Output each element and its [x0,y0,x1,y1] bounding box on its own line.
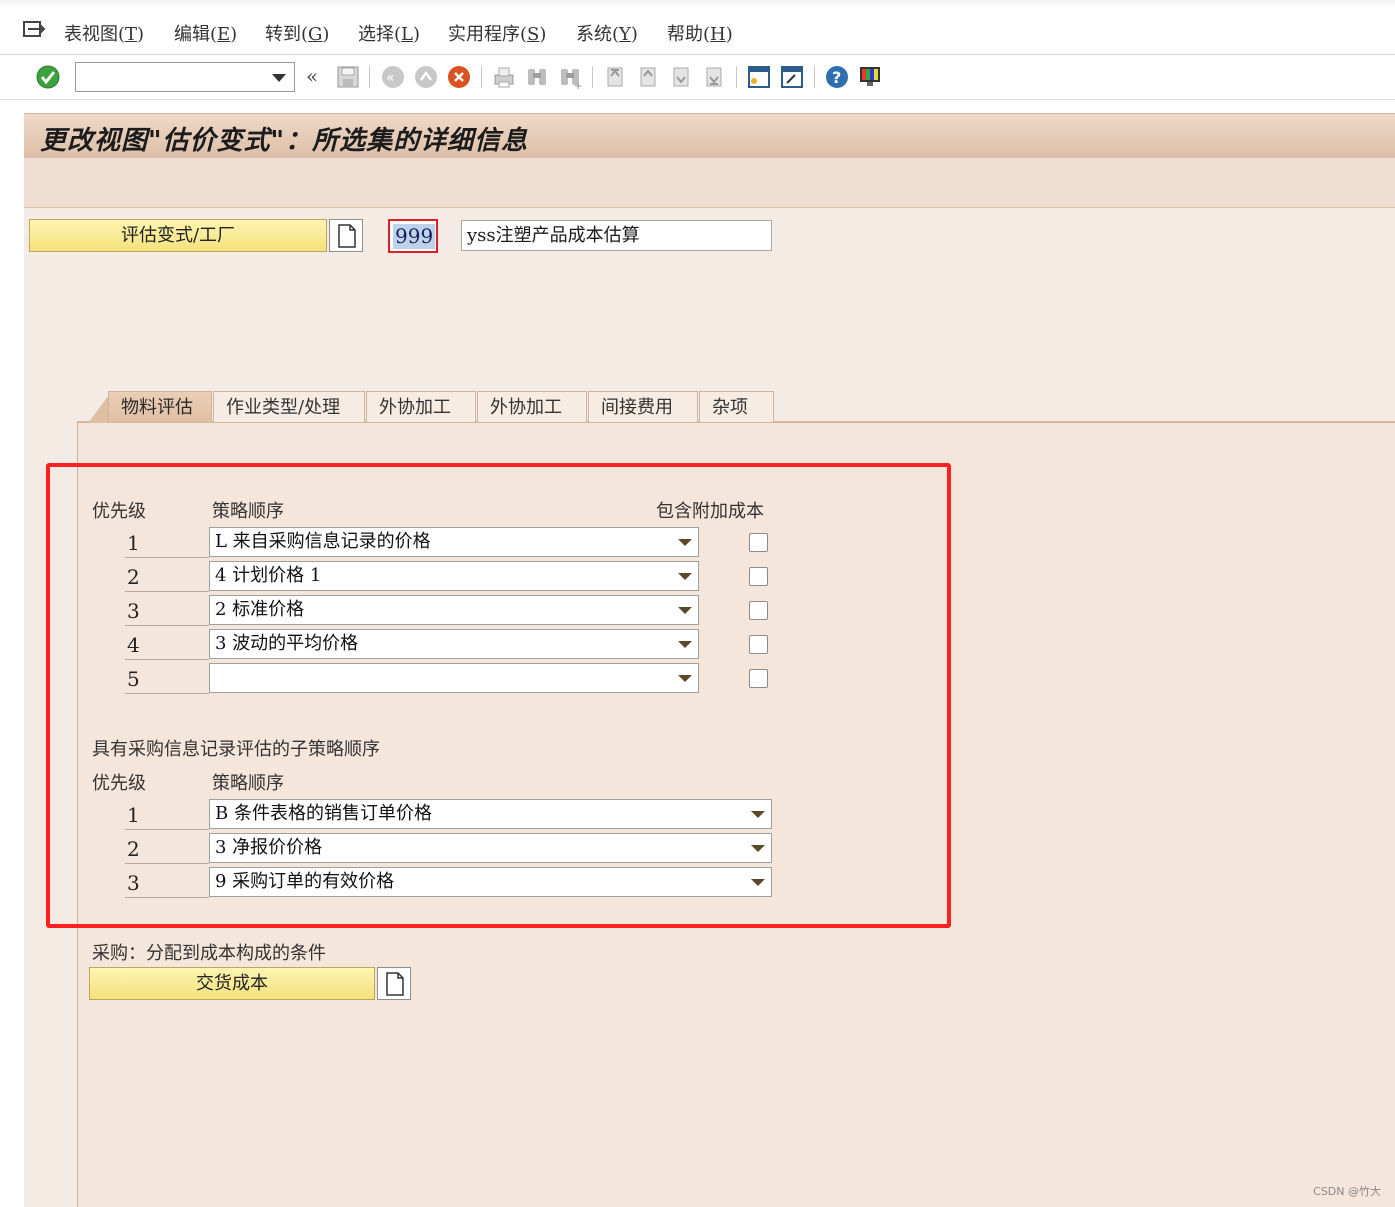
delivery-cost-button[interactable]: 交货成本 [89,967,375,1000]
highlight-box [46,463,951,928]
chevron-down-icon[interactable] [272,74,286,82]
create-session-icon[interactable] [746,64,772,90]
valuation-variant-key-field[interactable]: 999 [388,219,438,253]
watermark: CSDN @竹大 [1313,1185,1381,1198]
variant-plant-button[interactable]: 评估变式/工厂 [29,219,327,252]
tab-subcontracting-2[interactable]: 外协加工 [477,391,587,422]
menu-suffix: ) [725,24,733,45]
find-next-icon[interactable]: + [557,64,583,90]
page-title: 更改视图"估价变式"：所选集的详细信息 [40,126,529,156]
document-icon [386,972,404,996]
toolbar-separator [481,66,482,88]
tab-subcontracting-1[interactable]: 外协加工 [366,391,476,422]
svg-text:+: + [574,81,582,90]
menu-suffix: ) [230,24,238,45]
tab-misc[interactable]: 杂项 [699,391,774,422]
menu-label: 编辑( [174,24,218,45]
find-icon[interactable] [524,64,550,90]
shortcut-icon[interactable] [779,64,805,90]
collapse-command-icon[interactable]: « [306,64,318,88]
application-toolbar [24,158,1395,208]
menu-goto[interactable]: 转到(G) [265,20,329,46]
svg-text:«: « [386,70,395,86]
print-icon[interactable] [491,64,517,90]
menu-hotkey: E [217,24,231,45]
menu-label: 系统( [576,24,620,45]
menu-help[interactable]: 帮助(H) [667,20,733,46]
menu-suffix: ) [137,24,145,45]
menu-table-view[interactable]: 表视图(T) [64,20,144,46]
menu-suffix: ) [630,24,638,45]
valuation-variant-description[interactable]: yss注塑产品成本估算 [461,220,772,251]
layout-menu-icon[interactable] [857,64,883,90]
menu-suffix: ) [539,24,547,45]
purchasing-label: 采购：分配到成本构成的条件 [92,943,326,964]
menu-hotkey: L [401,24,413,45]
menu-label: 帮助( [667,24,711,45]
menu-hotkey: S [527,24,540,45]
menu-edit[interactable]: 编辑(E) [174,20,237,46]
help-icon[interactable]: ? [824,64,850,90]
toolbar-separator [814,66,815,88]
menu-hotkey: G [308,24,323,45]
back-icon[interactable]: « [380,64,406,90]
menu-label: 实用程序( [448,24,528,45]
menu-label: 转到( [265,24,309,45]
tab-activity-type[interactable]: 作业类型/处理 [213,391,365,422]
last-page-icon[interactable] [701,64,727,90]
menu-select[interactable]: 选择(L) [358,20,420,46]
menu-hotkey: Y [619,24,631,45]
menu-suffix: ) [412,24,421,45]
detail-button[interactable] [329,219,363,252]
document-icon [338,224,356,248]
delivery-cost-detail-button[interactable] [377,967,411,1000]
toolbar-separator [592,66,593,88]
menu-label: 表视图( [64,24,126,45]
menu-hotkey: T [125,24,138,45]
toolbar-separator [736,66,737,88]
exit-icon[interactable] [413,64,439,90]
svg-text:?: ? [832,68,841,87]
tab-material-valuation[interactable]: 物料评估 [108,391,212,422]
menu-bar: 表视图(T) 编辑(E) 转到(G) 选择(L) 实用程序(S) 系统(Y) 帮… [0,0,1395,55]
command-field[interactable] [75,62,295,92]
menu-label: 选择( [358,24,402,45]
save-icon[interactable] [335,64,361,90]
next-page-icon[interactable] [668,64,694,90]
toolbar-separator [369,66,370,88]
menu-utilities[interactable]: 实用程序(S) [448,20,546,46]
cancel-icon[interactable] [446,64,472,90]
menu-suffix: ) [322,24,330,45]
enter-check-icon[interactable] [35,64,61,90]
menu-system[interactable]: 系统(Y) [576,20,638,46]
title-bar: 更改视图"估价变式"：所选集的详细信息 [24,113,1395,158]
menu-hotkey: H [710,24,726,45]
previous-page-icon[interactable] [635,64,661,90]
menu-icon[interactable] [22,20,46,40]
tab-overhead[interactable]: 间接费用 [588,391,698,422]
first-page-icon[interactable] [602,64,628,90]
valuation-variant-key: 999 [393,224,436,249]
